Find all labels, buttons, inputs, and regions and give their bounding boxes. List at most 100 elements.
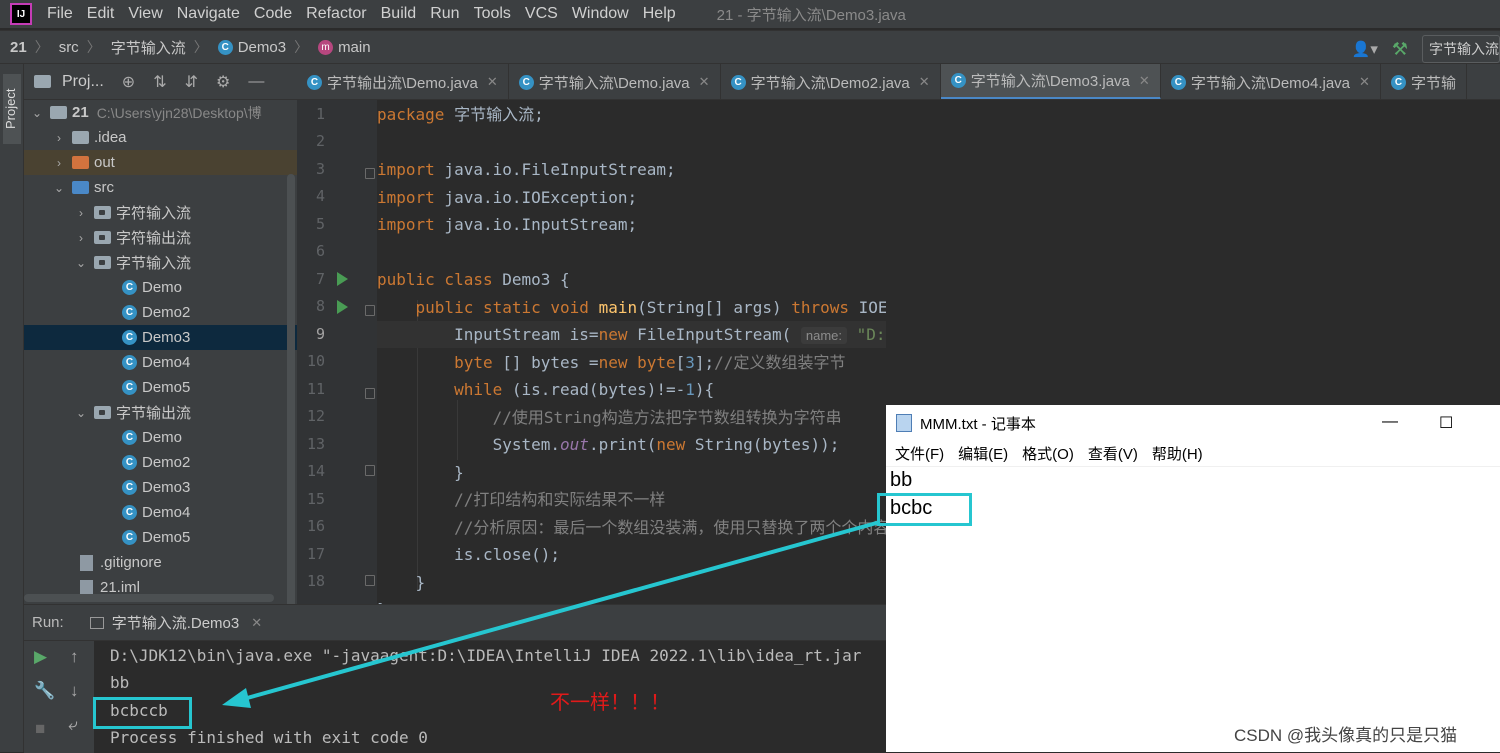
tree-item-class[interactable]: C Demo2 [24, 450, 297, 475]
line-number: 10 [306, 352, 325, 370]
menu-view[interactable]: View [121, 5, 169, 23]
maximize-icon[interactable]: ☐ [1439, 413, 1453, 433]
tree-item-class[interactable]: C Demo5 [24, 375, 297, 400]
menu-navigate[interactable]: Navigate [170, 5, 247, 23]
tree-item-class[interactable]: C Demo4 [24, 350, 297, 375]
close-icon[interactable]: ✕ [919, 74, 930, 90]
tab-bytes-input-demo4[interactable]: C 字节输入流\Demo4.java ✕ [1161, 64, 1381, 99]
notepad-menu-view[interactable]: 查看(V) [1081, 443, 1145, 464]
chevron-down-icon[interactable]: ⌄ [52, 181, 66, 195]
code-line: //分析原因：最后一个数组没装满，使用只替换了两个个内容 [377, 514, 886, 541]
menu-file[interactable]: File [40, 5, 80, 23]
breadcrumb-project[interactable]: 21 [0, 39, 31, 56]
tab-bytes-input-demo[interactable]: C 字节输入流\Demo.java ✕ [509, 64, 721, 99]
breadcrumb-method[interactable]: m main [308, 39, 375, 56]
chevron-right-icon[interactable]: › [52, 131, 66, 145]
left-tool-strip: Project [0, 64, 24, 752]
project-panel-title[interactable]: Proj... [62, 73, 104, 91]
close-icon[interactable]: ✕ [251, 615, 262, 631]
tree-item-package[interactable]: ⌄ 字节输入流 [24, 250, 297, 275]
tree-item-class[interactable]: C Demo5 [24, 525, 297, 550]
project-folder-icon [34, 75, 51, 88]
tree-item-src[interactable]: ⌄ src [24, 175, 297, 200]
class-icon: C [1170, 74, 1186, 90]
breadcrumb-class[interactable]: C Demo3 [208, 39, 290, 56]
chevron-right-icon[interactable]: › [74, 231, 88, 245]
breadcrumb-src[interactable]: src [49, 39, 83, 56]
menu-vcs[interactable]: VCS [518, 5, 565, 23]
tree-item-out[interactable]: › out [24, 150, 297, 175]
tree-item-class-selected[interactable]: C Demo3 [24, 325, 297, 350]
fold-icon[interactable] [365, 465, 375, 476]
notepad-menu-help[interactable]: 帮助(H) [1145, 443, 1210, 464]
project-vertical-scrollbar[interactable] [287, 174, 295, 604]
rerun-icon[interactable]: ▶ [34, 647, 47, 667]
wrench-icon[interactable]: 🔧 [34, 681, 55, 701]
run-tab[interactable]: 字节输入流.Demo3 ✕ [89, 612, 262, 633]
fold-icon[interactable] [365, 388, 375, 399]
close-icon[interactable]: ✕ [1359, 74, 1370, 90]
menu-build[interactable]: Build [374, 5, 424, 23]
tab-overflow[interactable]: C 字节输 [1381, 64, 1467, 99]
tree-item-class[interactable]: C Demo [24, 275, 297, 300]
chevron-down-icon[interactable]: ⌄ [30, 106, 44, 120]
menu-edit[interactable]: Edit [80, 5, 122, 23]
chevron-right-icon[interactable]: › [52, 156, 66, 170]
tree-item-file[interactable]: .gitignore [24, 550, 297, 575]
arrow-up-icon[interactable]: ↑ [70, 647, 79, 667]
minimize-icon[interactable]: — [248, 73, 264, 91]
run-main-icon[interactable] [337, 300, 348, 314]
tree-item-project-root[interactable]: ⌄ 21 C:\Users\yjn28\Desktop\博 [24, 100, 297, 125]
tree-item-package[interactable]: › 字符输入流 [24, 200, 297, 225]
chevron-down-icon[interactable]: ⌄ [74, 256, 88, 270]
menu-refactor[interactable]: Refactor [299, 5, 373, 23]
breadcrumb-package[interactable]: 字节输入流 [101, 37, 190, 58]
tree-item-class[interactable]: C Demo2 [24, 300, 297, 325]
close-icon[interactable]: ✕ [487, 74, 498, 90]
project-panel: Proj... ⊕ ⇅ ⇵ ⚙ — ⌄ 21 C:\Users\yjn28\Desk… [24, 64, 297, 604]
tree-item-package[interactable]: › 字符输出流 [24, 225, 297, 250]
gear-icon[interactable]: ⚙ [216, 72, 230, 92]
build-hammer-icon[interactable]: ⚒ [1392, 39, 1408, 60]
tab-bytes-input-demo3-active[interactable]: C 字节输入流\Demo3.java ✕ [940, 64, 1161, 99]
menu-code[interactable]: Code [247, 5, 299, 23]
tab-bytes-output-demo[interactable]: C 字节输出流\Demo.java ✕ [297, 64, 509, 99]
chevron-down-icon[interactable]: ⌄ [74, 406, 88, 420]
fold-icon[interactable] [365, 168, 375, 179]
project-tool-button[interactable]: Project [3, 74, 21, 144]
tab-bytes-input-demo2[interactable]: C 字节输入流\Demo2.java ✕ [721, 64, 941, 99]
run-config-selector[interactable]: 字节输入流.Demo3 [1422, 35, 1500, 63]
menu-help[interactable]: Help [636, 5, 683, 23]
menu-tools[interactable]: Tools [467, 5, 518, 23]
fold-icon[interactable] [365, 305, 375, 316]
notepad-menu-file[interactable]: 文件(F) [888, 443, 951, 464]
minimize-icon[interactable]: — [1382, 413, 1398, 431]
notepad-text-line[interactable]: bb [890, 469, 912, 492]
close-icon[interactable]: ✕ [1139, 73, 1150, 89]
arrow-down-icon[interactable]: ↓ [70, 681, 79, 701]
menu-run[interactable]: Run [423, 5, 466, 23]
locate-icon[interactable]: ⊕ [122, 72, 135, 92]
chevron-right-icon[interactable]: › [74, 206, 88, 220]
stop-icon[interactable]: ■ [35, 719, 45, 739]
user-icon[interactable]: 👤▾ [1352, 40, 1378, 58]
code-editor[interactable]: package 字节输入流; import java.io.FileInputS… [377, 100, 886, 604]
console-output[interactable]: D:\JDK12\bin\java.exe "-javaagent:D:\IDE… [94, 641, 886, 753]
soft-wrap-icon[interactable]: ⤶ [68, 715, 78, 735]
tree-item-class[interactable]: C Demo4 [24, 500, 297, 525]
tree-item-label: Demo3 [142, 329, 191, 346]
notepad-menu-edit[interactable]: 编辑(E) [951, 443, 1015, 464]
package-icon [94, 231, 111, 244]
expand-all-icon[interactable]: ⇅ [153, 72, 166, 92]
menu-window[interactable]: Window [565, 5, 636, 23]
tree-item-class[interactable]: C Demo3 [24, 475, 297, 500]
tree-item-idea[interactable]: › .idea [24, 125, 297, 150]
project-horizontal-scrollbar[interactable] [24, 594, 274, 602]
tree-item-class[interactable]: C Demo [24, 425, 297, 450]
fold-icon[interactable] [365, 575, 375, 586]
run-class-icon[interactable] [337, 272, 348, 286]
collapse-all-icon[interactable]: ⇵ [185, 72, 198, 92]
close-icon[interactable]: ✕ [699, 74, 710, 90]
tree-item-package[interactable]: ⌄ 字节输出流 [24, 400, 297, 425]
notepad-menu-format[interactable]: 格式(O) [1015, 443, 1081, 464]
